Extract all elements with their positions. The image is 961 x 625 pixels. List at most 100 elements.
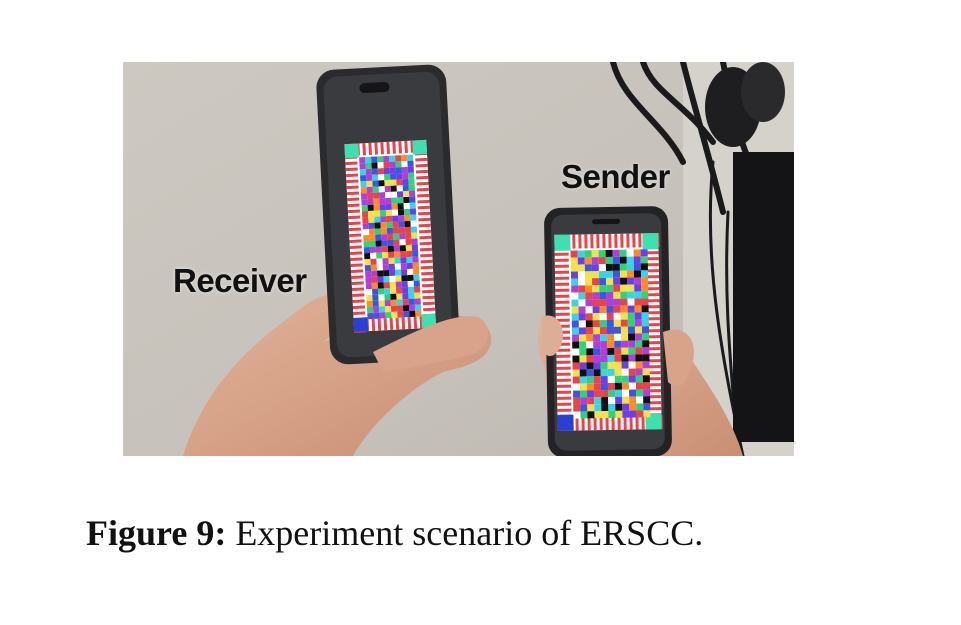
code-stripe bbox=[554, 264, 569, 268]
code-pixel bbox=[593, 334, 601, 342]
code-pixel bbox=[636, 403, 644, 411]
code-pixel bbox=[642, 382, 651, 390]
code-pixel bbox=[404, 214, 411, 222]
code-pixel bbox=[598, 250, 606, 258]
code-pixel bbox=[386, 227, 394, 235]
code-pixel bbox=[629, 410, 637, 418]
code-pixel bbox=[634, 312, 642, 320]
code-stripe bbox=[350, 257, 363, 262]
code-pixel bbox=[390, 293, 397, 300]
code-pixel bbox=[401, 172, 409, 180]
code-pixel bbox=[599, 292, 607, 300]
code-pixel bbox=[606, 326, 615, 335]
code-pixel bbox=[642, 340, 650, 348]
code-pixel bbox=[378, 174, 385, 181]
code-pixel bbox=[374, 222, 381, 229]
code-pixel bbox=[622, 396, 630, 404]
code-pixel bbox=[635, 382, 644, 390]
code-pixel bbox=[397, 203, 404, 210]
code-stripe bbox=[362, 143, 366, 156]
code-pixel bbox=[378, 300, 385, 307]
code-pixel bbox=[400, 263, 408, 270]
code-pixel bbox=[388, 257, 395, 265]
code-stripe bbox=[555, 288, 570, 292]
code-pixel bbox=[593, 355, 601, 363]
code-pixel bbox=[402, 305, 410, 312]
code-pixel bbox=[626, 256, 634, 264]
code-pixel bbox=[389, 269, 396, 277]
code-stripe bbox=[371, 318, 376, 331]
code-pixel bbox=[614, 368, 622, 376]
code-pixel bbox=[403, 196, 410, 204]
code-stripe bbox=[349, 239, 362, 244]
code-pixel bbox=[366, 300, 373, 308]
code-pixel bbox=[372, 174, 379, 181]
code-stripe bbox=[635, 415, 639, 430]
code-pixel bbox=[606, 319, 614, 328]
code-pixel bbox=[388, 263, 396, 271]
code-pixel bbox=[402, 178, 409, 186]
code-pixel bbox=[607, 354, 615, 363]
code-pixel bbox=[620, 277, 628, 285]
code-pixel bbox=[392, 221, 399, 228]
code-pixel bbox=[586, 376, 594, 384]
code-pixel bbox=[365, 156, 372, 164]
code-stripe bbox=[353, 311, 366, 315]
code-pixel bbox=[622, 403, 630, 411]
code-stripe bbox=[596, 234, 600, 249]
code-pixel bbox=[594, 404, 602, 412]
code-pixel bbox=[593, 341, 601, 349]
code-pixel bbox=[398, 227, 406, 234]
code-stripe bbox=[368, 142, 372, 155]
code-pixel bbox=[403, 311, 410, 318]
code-stripe bbox=[629, 415, 633, 430]
code-pixel bbox=[614, 347, 622, 355]
code-stripe bbox=[417, 193, 430, 198]
code-pixel bbox=[364, 252, 371, 260]
code-stripe bbox=[605, 416, 609, 431]
code-pixel bbox=[612, 270, 621, 278]
code-pixel bbox=[578, 292, 586, 300]
code-pixel bbox=[400, 257, 407, 264]
code-stripe bbox=[374, 142, 378, 155]
code-stripe bbox=[415, 169, 429, 174]
code-pixel bbox=[366, 192, 374, 200]
code-stripe bbox=[557, 390, 572, 394]
code-pixel bbox=[363, 241, 370, 248]
code-pixel bbox=[636, 389, 644, 397]
code-pixel bbox=[390, 305, 398, 312]
code-pixel bbox=[587, 404, 595, 412]
code-pixel bbox=[605, 270, 614, 279]
code-pixel bbox=[385, 197, 392, 205]
code-pixel bbox=[634, 298, 642, 306]
code-pixel bbox=[389, 287, 397, 294]
code-pixel bbox=[407, 268, 414, 276]
code-pixel bbox=[600, 348, 608, 356]
code-pixel bbox=[401, 281, 408, 288]
code-pixel bbox=[390, 173, 397, 180]
code-pixel bbox=[580, 411, 588, 419]
code-pixel bbox=[585, 292, 593, 300]
code-pixel bbox=[641, 305, 649, 313]
code-pixel bbox=[614, 354, 622, 362]
code-stripe bbox=[554, 258, 569, 262]
code-pixel bbox=[628, 333, 636, 341]
code-pixel bbox=[396, 185, 403, 192]
code-pixel bbox=[412, 262, 419, 269]
code-pixel bbox=[362, 229, 370, 236]
code-stripe bbox=[555, 306, 570, 310]
code-stripe bbox=[620, 233, 624, 248]
code-pixel bbox=[621, 333, 629, 341]
code-pixel bbox=[594, 390, 602, 398]
code-pixel bbox=[360, 187, 367, 194]
code-stripe bbox=[419, 247, 433, 252]
code-pixel bbox=[598, 257, 606, 265]
code-pixel bbox=[592, 278, 600, 286]
code-stripe bbox=[350, 251, 363, 256]
code-stripe bbox=[350, 269, 364, 274]
code-pixel bbox=[584, 250, 592, 258]
code-pixel bbox=[584, 257, 592, 265]
code-stripe bbox=[346, 185, 359, 190]
code-pixel bbox=[635, 340, 643, 348]
code-stripe bbox=[395, 317, 400, 330]
